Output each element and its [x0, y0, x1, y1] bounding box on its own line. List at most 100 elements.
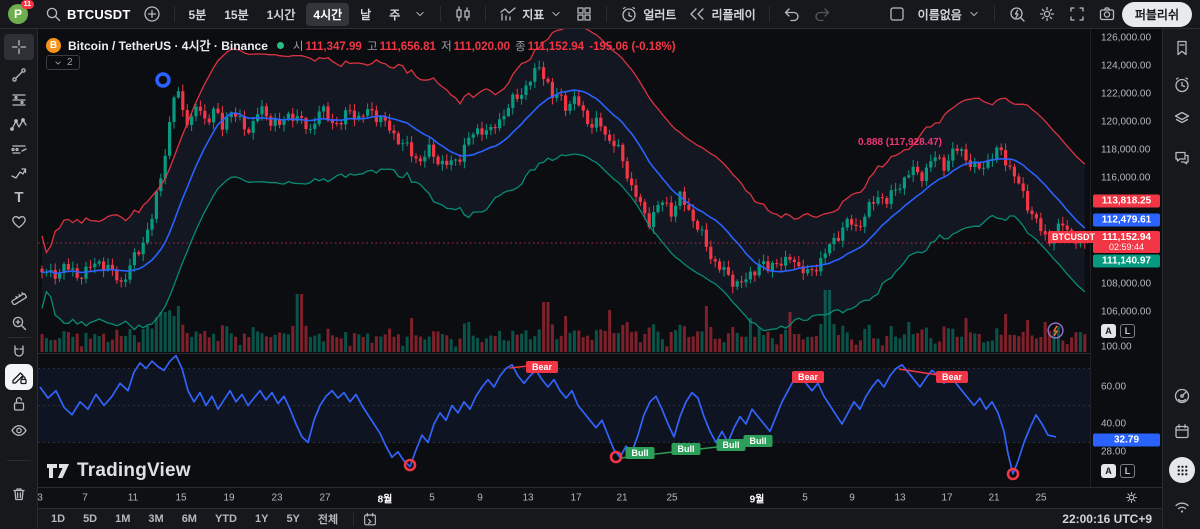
layout-name-button[interactable]: 이름없음: [912, 3, 987, 26]
timeframe-5분[interactable]: 5분: [182, 3, 214, 26]
timeframe-15분[interactable]: 15분: [217, 3, 255, 26]
chat-panel-icon[interactable]: [1163, 143, 1200, 171]
clock[interactable]: 22:00:16 UTC+9: [1062, 512, 1152, 526]
refresh-icon[interactable]: [1046, 321, 1065, 340]
drawing-lock-mode[interactable]: [0, 364, 38, 390]
candle-body: [960, 149, 963, 151]
fib-retracement-tool[interactable]: [0, 87, 38, 113]
timeframe-날[interactable]: 날: [353, 3, 378, 26]
user-avatar[interactable]: P 11: [8, 4, 28, 24]
drawing-toolbar: T: [0, 29, 38, 529]
timeframe-4시간[interactable]: 4시간: [306, 3, 349, 26]
alerts-panel-icon[interactable]: [1163, 71, 1200, 99]
price-tick: 108,000.00: [1101, 279, 1151, 290]
bull-signal-label[interactable]: Bull: [626, 447, 655, 459]
compare-add-icon[interactable]: [137, 2, 167, 26]
timeframe-1시간[interactable]: 1시간: [260, 3, 303, 26]
volume-bar: [912, 334, 915, 352]
candle-body: [216, 109, 219, 113]
lock-all-drawings[interactable]: [0, 391, 38, 417]
signal-circle-marker[interactable]: [157, 74, 169, 86]
bull-signal-label[interactable]: Bull: [744, 435, 773, 447]
layout-grid-icon[interactable]: [569, 2, 599, 26]
publish-button[interactable]: 퍼블리쉬: [1122, 2, 1192, 27]
range-1M[interactable]: 1M: [108, 512, 137, 526]
alert-button[interactable]: 얼러트: [614, 2, 682, 26]
volume-bar: [1013, 335, 1016, 352]
forecast-tool[interactable]: [0, 137, 38, 163]
chart-legend[interactable]: B Bitcoin / TetherUS · 4시간 · Binance 시11…: [46, 37, 678, 54]
volume-bar: [929, 338, 932, 352]
trendline-tool[interactable]: [0, 62, 38, 88]
bull-signal-label[interactable]: Bull: [717, 439, 746, 451]
legend-collapse-button[interactable]: 2: [46, 55, 80, 70]
crosshair-tool[interactable]: [0, 34, 38, 60]
emoji-tool[interactable]: [0, 209, 38, 235]
quick-search-icon[interactable]: [1002, 2, 1032, 26]
candle-body: [538, 67, 541, 68]
volume-bar: [489, 335, 492, 352]
replay-button[interactable]: 리플레이: [682, 2, 761, 26]
main-price-chart[interactable]: [38, 29, 1090, 354]
connection-status-icon[interactable]: [1163, 493, 1200, 521]
redo-icon[interactable]: [807, 2, 837, 26]
undo-icon[interactable]: [777, 2, 807, 26]
timeframe-chevron-icon[interactable]: [407, 4, 433, 24]
hide-all-drawings[interactable]: [0, 417, 38, 443]
auto-scale-button[interactable]: A: [1101, 464, 1116, 478]
avatar-initial: P: [14, 7, 22, 21]
settings-gear-icon[interactable]: [1032, 2, 1062, 26]
volume-bar: [71, 337, 74, 352]
object-tree-panel-icon[interactable]: [1163, 104, 1200, 132]
apps-grid-button[interactable]: [1163, 456, 1200, 484]
bear-signal-label[interactable]: Bear: [792, 371, 824, 383]
low-value: 111,020.00: [454, 41, 510, 53]
bear-signal-label[interactable]: Bear: [526, 361, 558, 373]
magnet-mode[interactable]: [0, 339, 38, 365]
market-scanner-panel-icon[interactable]: [1163, 382, 1200, 410]
bull-signal-label[interactable]: Bull: [672, 443, 701, 455]
axis-settings-gear-icon[interactable]: [1124, 490, 1139, 505]
range-3M[interactable]: 3M: [141, 512, 170, 526]
price-axis[interactable]: 126,000.00124,000.00122,000.00120,000.00…: [1090, 29, 1162, 508]
replay-label: 리플레이: [711, 6, 755, 23]
range-5D[interactable]: 5D: [76, 512, 104, 526]
chart-style-icon[interactable]: [448, 2, 478, 26]
volume-bar: [1022, 332, 1025, 352]
fullscreen-icon[interactable]: [1062, 2, 1092, 26]
price-tick: 126,000.00: [1101, 33, 1151, 44]
range-YTD[interactable]: YTD: [208, 512, 244, 526]
zoom-in-tool[interactable]: [0, 310, 38, 336]
timeframe-주[interactable]: 주: [382, 3, 407, 26]
save-layout-checkbox-icon[interactable]: [882, 2, 912, 26]
candle-body: [630, 179, 633, 186]
remove-all-drawings[interactable]: [0, 481, 38, 507]
measure-tool[interactable]: [0, 283, 38, 309]
volume-bar: [340, 338, 343, 352]
log-scale-button[interactable]: L: [1120, 324, 1135, 338]
candle-body: [1013, 167, 1016, 177]
volume-bar: [784, 330, 787, 352]
log-scale-button[interactable]: L: [1120, 464, 1135, 478]
range-5Y[interactable]: 5Y: [279, 512, 306, 526]
watchlist-panel-icon[interactable]: [1163, 34, 1200, 62]
range-1D[interactable]: 1D: [44, 512, 72, 526]
snapshot-camera-icon[interactable]: [1092, 2, 1122, 26]
legend-title[interactable]: Bitcoin / TetherUS · 4시간 · Binance: [68, 37, 268, 54]
time-axis[interactable]: 3711151923278월59131721259월5913172125: [38, 487, 1162, 508]
candle-body: [212, 109, 215, 123]
calendar-panel-icon[interactable]: [1163, 417, 1200, 445]
go-to-date-icon[interactable]: [362, 511, 378, 527]
text-tool[interactable]: T: [0, 184, 38, 210]
range-전체[interactable]: 전체: [311, 510, 345, 528]
range-1Y[interactable]: 1Y: [248, 512, 275, 526]
range-6M[interactable]: 6M: [175, 512, 204, 526]
symbol-search-button[interactable]: BTCUSDT: [38, 2, 137, 26]
indicators-button[interactable]: 지표: [493, 2, 569, 26]
xabcd-pattern-tool[interactable]: [0, 112, 38, 138]
volume-bar: [520, 334, 523, 352]
auto-scale-button[interactable]: A: [1101, 324, 1116, 338]
volume-bar: [907, 322, 910, 352]
rsi-indicator-pane[interactable]: [38, 354, 1090, 487]
bear-signal-label[interactable]: Bear: [936, 371, 968, 383]
